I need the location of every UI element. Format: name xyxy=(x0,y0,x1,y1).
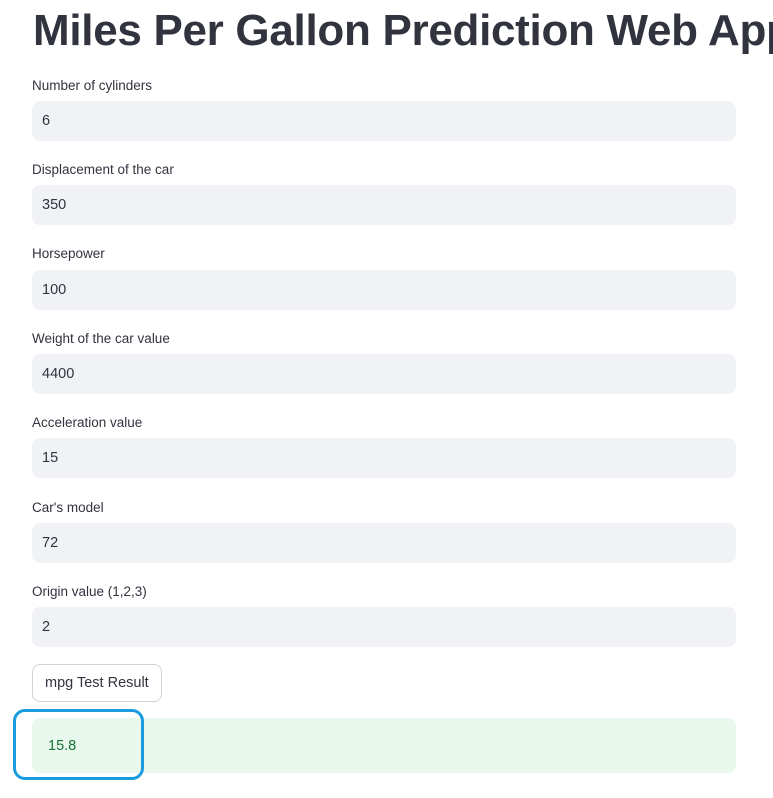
page-title: Miles Per Gallon Prediction Web App xyxy=(33,6,773,55)
origin-label: Origin value (1,2,3) xyxy=(32,584,147,599)
displacement-label: Displacement of the car xyxy=(32,162,174,177)
horsepower-label: Horsepower xyxy=(32,246,105,261)
displacement-input[interactable] xyxy=(32,185,736,225)
weight-input[interactable] xyxy=(32,354,736,394)
result-value: 15.8 xyxy=(48,738,77,754)
acceleration-label: Acceleration value xyxy=(32,415,143,430)
cylinders-label: Number of cylinders xyxy=(32,78,153,93)
mpg-test-result-button[interactable]: mpg Test Result xyxy=(32,664,162,702)
model-label: Car's model xyxy=(32,500,104,515)
cylinders-input[interactable] xyxy=(32,101,736,141)
acceleration-input[interactable] xyxy=(32,438,736,478)
result-success-box: 15.8 xyxy=(32,718,736,773)
horsepower-input[interactable] xyxy=(32,270,736,310)
weight-label: Weight of the car value xyxy=(32,331,170,346)
origin-input[interactable] xyxy=(32,607,736,647)
model-input[interactable] xyxy=(32,523,736,563)
